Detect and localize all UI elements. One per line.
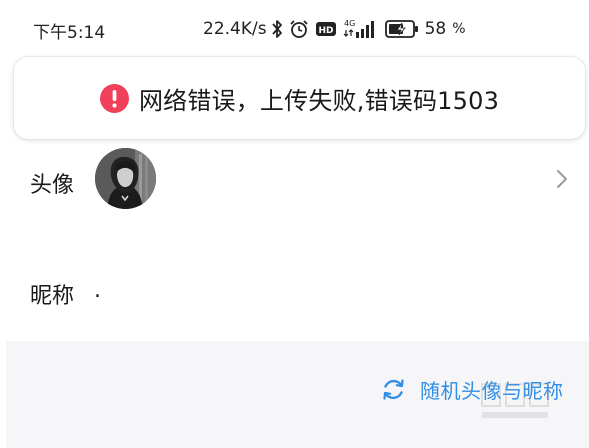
hd-badge-text: HD (318, 26, 333, 36)
nickname-input[interactable]: . (94, 278, 101, 303)
hd-icon: HD (315, 21, 337, 37)
watermark-logo (481, 383, 549, 418)
avatar[interactable] (95, 148, 156, 209)
edit-profile-screen: 下午5:14 22.4K/s HD 4G 58 % 网络错误，上传失败,错误码1… (0, 0, 589, 448)
network-speed: 22.4K/s (203, 19, 267, 39)
status-time: 下午5:14 (33, 23, 106, 43)
status-indicators: 22.4K/s HD 4G 58 % (203, 17, 466, 41)
avatar-label: 头像 (30, 173, 75, 198)
battery-unit: % (452, 21, 466, 37)
network-type-text: 4G (344, 19, 355, 28)
battery-charging-icon (384, 20, 419, 38)
error-icon (99, 83, 129, 113)
status-bar: 下午5:14 22.4K/s HD 4G 58 % (0, 0, 589, 52)
battery-percent: 58 (424, 19, 447, 39)
error-message: 网络错误，上传失败,错误码1503 (138, 86, 500, 115)
alarm-icon (289, 19, 309, 39)
bluetooth-icon (271, 19, 283, 39)
avatar-row[interactable] (0, 140, 589, 220)
error-toast: 网络错误，上传失败,错误码1503 (14, 57, 585, 139)
error-toast-content: 网络错误，上传失败,错误码1503 (99, 81, 500, 116)
signal-icon: 4G (343, 18, 379, 40)
chevron-right-icon[interactable] (555, 168, 569, 190)
refresh-icon (383, 378, 404, 400)
nickname-label: 昵称 (30, 284, 75, 309)
